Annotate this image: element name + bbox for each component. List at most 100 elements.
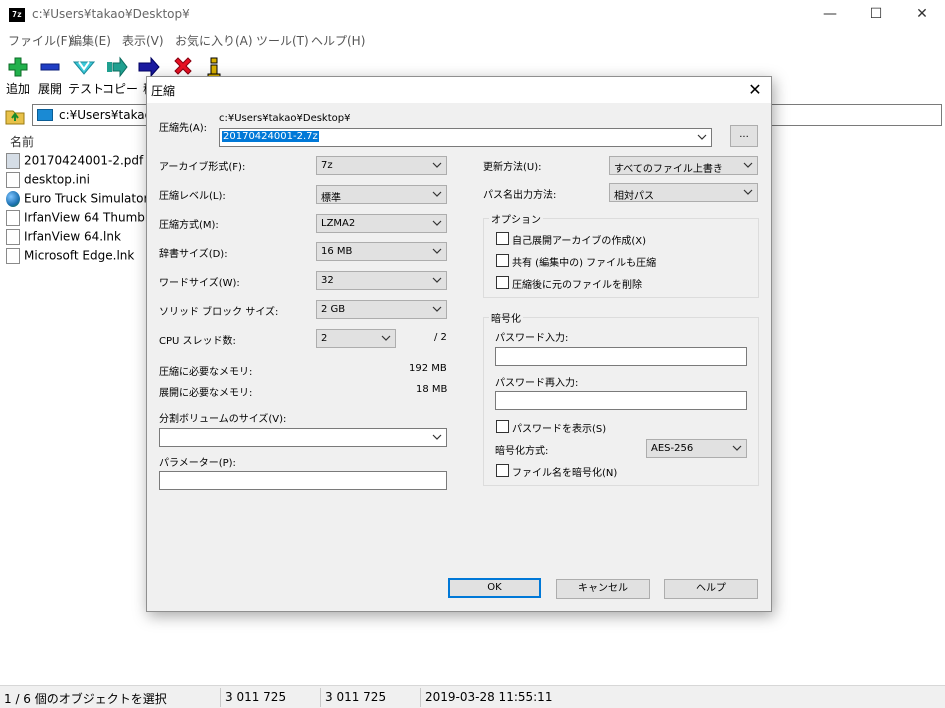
split-volume-combo[interactable]	[159, 428, 447, 447]
update-mode-label: 更新方法(U):	[483, 162, 542, 173]
dest-directory: c:¥Users¥takao¥Desktop¥	[219, 113, 351, 124]
status-size: 3 011 725	[225, 690, 287, 704]
status-divider	[420, 688, 421, 707]
password-label: パスワード入力:	[495, 333, 569, 344]
chevron-down-icon	[743, 162, 753, 168]
encryption-title: 暗号化	[489, 310, 523, 325]
sfx-label: 自己展開アーカイブの作成(X)	[512, 236, 647, 247]
show-password-label: パスワードを表示(S)	[512, 424, 607, 435]
word-size-label: ワードサイズ(W):	[159, 278, 240, 289]
menu-help[interactable]: ヘルプ(H)	[311, 32, 365, 49]
menu-tools[interactable]: ツール(T)	[256, 32, 309, 49]
menu-edit[interactable]: 編集(E)	[70, 32, 111, 49]
encrypt-names-label: ファイル名を暗号化(N)	[512, 468, 618, 479]
chevron-down-icon	[432, 248, 442, 254]
cpu-threads-select[interactable]: 2	[316, 329, 396, 348]
shared-label: 共有 (編集中の) ファイルも圧縮	[512, 258, 657, 269]
plus-icon	[8, 57, 28, 77]
dialog-close-button[interactable]: ✕	[745, 80, 765, 100]
shared-checkbox[interactable]	[496, 254, 509, 267]
menu-view[interactable]: 表示(V)	[122, 32, 164, 49]
list-item[interactable]: IrfanView 64 Thumbnail	[6, 210, 167, 229]
folder-up-icon[interactable]	[4, 105, 26, 125]
dictionary-select[interactable]: 16 MB	[316, 242, 447, 261]
list-item[interactable]: desktop.ini	[6, 172, 90, 191]
mem-compress-label: 圧縮に必要なメモリ:	[159, 367, 253, 378]
password-input[interactable]	[495, 347, 747, 366]
format-select[interactable]: 7z	[316, 156, 447, 175]
path-mode-label: パス名出力方法:	[483, 190, 557, 201]
minimize-button[interactable]: —	[807, 0, 853, 30]
cancel-button[interactable]: キャンセル	[556, 579, 650, 599]
move-arrow-icon	[138, 56, 160, 78]
sfx-checkbox[interactable]	[496, 232, 509, 245]
update-mode-select[interactable]: すべてのファイル上書き	[609, 156, 758, 175]
status-packed-size: 3 011 725	[325, 690, 387, 704]
chevron-down-icon	[432, 434, 442, 440]
dest-filename-combo[interactable]: 20170424001-2.7z	[219, 128, 712, 147]
path-mode-select[interactable]: 相対パス	[609, 183, 758, 202]
app-icon: 7z	[9, 8, 25, 22]
method-select[interactable]: LZMA2	[316, 214, 447, 233]
word-size-select[interactable]: 32	[316, 271, 447, 290]
extract-button[interactable]: 展開	[36, 52, 64, 98]
maximize-button[interactable]: ☐	[853, 0, 899, 30]
mem-decompress-value: 18 MB	[416, 384, 448, 395]
delete-x-icon	[174, 57, 192, 75]
pdf-icon	[6, 153, 20, 169]
chevron-down-icon	[743, 189, 753, 195]
globe-icon	[6, 191, 20, 207]
mem-decompress-label: 展開に必要なメモリ:	[159, 388, 253, 399]
browse-button[interactable]: ...	[730, 125, 758, 147]
window-title: c:¥Users¥takao¥Desktop¥	[32, 7, 190, 21]
column-header-name[interactable]: 名前	[10, 133, 34, 150]
chevron-down-icon	[732, 445, 742, 451]
parameters-label: パラメーター(P):	[159, 458, 236, 469]
show-password-checkbox[interactable]	[496, 420, 509, 433]
format-label: アーカイブ形式(F):	[159, 162, 246, 173]
file-icon	[6, 229, 20, 245]
menu-bar: ファイル(F) 編集(E) 表示(V) お気に入り(A) ツール(T) ヘルプ(…	[0, 30, 945, 50]
file-icon	[6, 210, 20, 226]
status-modified: 2019-03-28 11:55:11	[425, 690, 553, 704]
status-divider	[320, 688, 321, 707]
list-item[interactable]: IrfanView 64.lnk	[6, 229, 121, 248]
encrypt-names-checkbox[interactable]	[496, 464, 509, 477]
info-icon	[207, 57, 221, 78]
chevron-down-icon	[432, 220, 442, 226]
status-selection: 1 / 6 個のオブジェクトを選択	[4, 692, 167, 706]
solid-block-select[interactable]: 2 GB	[316, 300, 447, 319]
test-button[interactable]: テスト	[68, 52, 104, 98]
method-label: 圧縮方式(M):	[159, 220, 219, 231]
copy-arrow-icon	[107, 56, 128, 78]
ok-button[interactable]: OK	[448, 578, 541, 598]
list-item[interactable]: Euro Truck Simulator 2.	[6, 191, 164, 210]
status-bar: 1 / 6 個のオブジェクトを選択 3 011 725 3 011 725 20…	[0, 685, 945, 708]
add-button[interactable]: 追加	[4, 52, 32, 98]
password-confirm-input[interactable]	[495, 391, 747, 410]
dialog-title-bar: 圧縮 ✕	[147, 77, 771, 103]
close-button[interactable]: ✕	[899, 0, 945, 30]
menu-file[interactable]: ファイル(F)	[8, 32, 72, 49]
list-item[interactable]: 20170424001-2.pdf	[6, 153, 143, 172]
menu-favorites[interactable]: お気に入り(A)	[175, 32, 253, 49]
level-select[interactable]: 標準	[316, 185, 447, 204]
chevron-down-icon	[432, 162, 442, 168]
copy-button[interactable]: コピー	[102, 52, 138, 98]
password-confirm-label: パスワード再入力:	[495, 378, 579, 389]
dest-filename: 20170424001-2.7z	[222, 131, 319, 142]
parameters-input[interactable]	[159, 471, 447, 490]
file-icon	[6, 172, 20, 188]
list-item[interactable]: Microsoft Edge.lnk	[6, 248, 134, 267]
help-button[interactable]: ヘルプ	[664, 579, 758, 599]
encryption-method-select[interactable]: AES-256	[646, 439, 747, 458]
status-divider	[220, 688, 221, 707]
cpu-threads-label: CPU スレッド数:	[159, 336, 236, 347]
chevron-down-icon	[381, 335, 391, 341]
mem-compress-value: 192 MB	[409, 363, 447, 374]
desktop-icon	[37, 109, 53, 121]
delete-after-checkbox[interactable]	[496, 276, 509, 289]
check-chevron-icon	[73, 61, 95, 75]
level-label: 圧縮レベル(L):	[159, 191, 226, 202]
chevron-down-icon	[432, 306, 442, 312]
